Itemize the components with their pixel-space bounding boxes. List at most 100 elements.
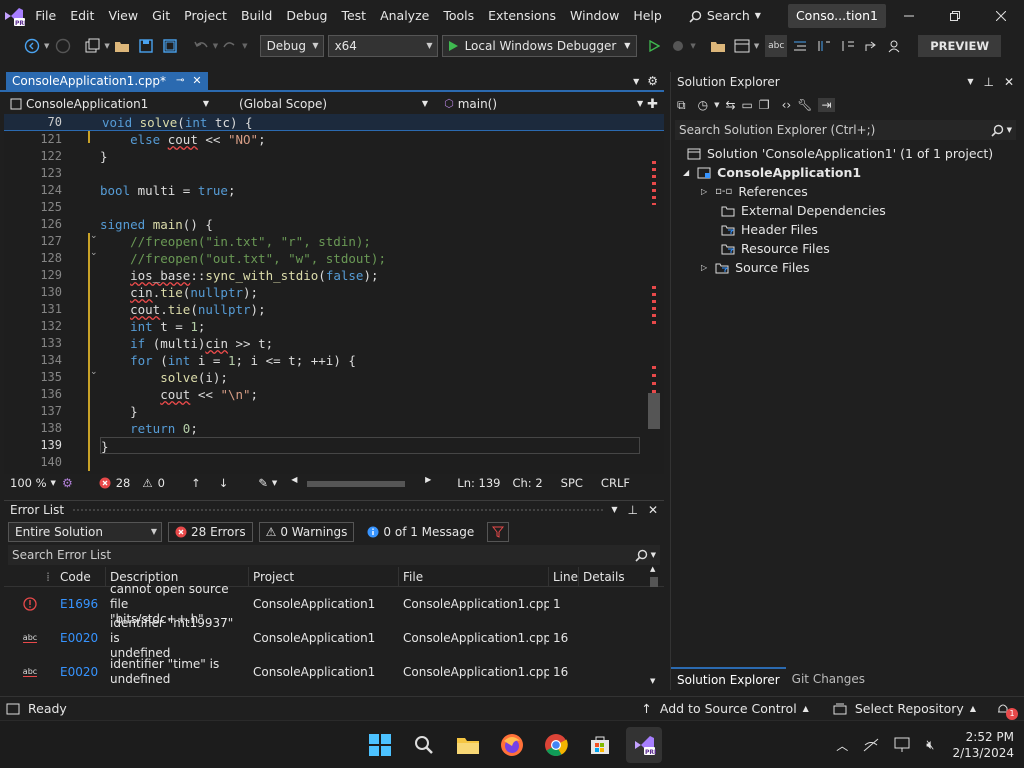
tree-item-references[interactable]: ▷ ▫-▫ References <box>671 182 1020 201</box>
column-header-line[interactable]: Line <box>549 566 579 587</box>
error-code[interactable]: E1696 <box>56 597 106 611</box>
search-button[interactable]: Search ▼ <box>679 0 771 32</box>
start-without-debugging-icon[interactable] <box>643 35 665 57</box>
indent-icon[interactable] <box>789 35 811 57</box>
search-icon[interactable] <box>991 124 1004 137</box>
volume-muted-icon[interactable]: 🔇︎ <box>926 738 934 753</box>
menu-window[interactable]: Window <box>563 0 626 32</box>
error-count[interactable]: 28 <box>93 474 137 492</box>
menu-test[interactable]: Test <box>334 0 373 32</box>
project-scope-select[interactable]: ConsoleApplication1 ▼ <box>4 94 213 114</box>
pin-icon[interactable]: ⊥ <box>983 73 993 91</box>
menu-edit[interactable]: Edit <box>63 0 101 32</box>
undo-icon[interactable] <box>190 35 212 57</box>
file-explorer-icon[interactable] <box>450 727 486 763</box>
tree-item-source-files[interactable]: ▷ Source Files <box>671 258 1020 277</box>
save-all-icon[interactable] <box>159 35 181 57</box>
menu-help[interactable]: Help <box>626 0 669 32</box>
code-view-icon[interactable]: ‹› <box>782 98 792 112</box>
error-code[interactable]: E0020 <box>56 665 106 679</box>
show-all-files-icon[interactable]: ❐ <box>759 98 770 112</box>
table-row[interactable]: abc E0020 identifier "mt19937" is undefin… <box>4 616 664 660</box>
close-button[interactable] <box>978 0 1024 32</box>
restore-button[interactable] <box>932 0 978 32</box>
clock[interactable]: 2:52 PM 2/13/2024 <box>952 729 1014 761</box>
error-code[interactable]: E0020 <box>56 631 106 645</box>
solution-name-badge[interactable]: Conso...tion1 <box>787 4 886 28</box>
sticky-scroll-line[interactable]: 70 void solve(int tc) { <box>4 114 664 131</box>
preview-selected-icon[interactable]: ⇥ <box>818 98 835 112</box>
firefox-icon[interactable] <box>494 727 530 763</box>
menu-file[interactable]: File <box>28 0 63 32</box>
collapse-icon[interactable]: ⌄ <box>90 248 98 258</box>
live-share-icon[interactable] <box>885 35 907 57</box>
whitespace-indicator[interactable]: SPC <box>555 474 589 492</box>
error-list-scrollbar[interactable]: ▲ ▼ <box>648 565 660 685</box>
chrome-icon[interactable] <box>538 727 574 763</box>
collapse-icon[interactable]: ⌄ <box>90 231 98 241</box>
tree-item-external-dependencies[interactable]: External Dependencies <box>671 201 1020 220</box>
pin-icon[interactable]: ⊸ <box>176 72 184 90</box>
arrow-up-icon[interactable]: ↑ <box>191 476 201 490</box>
error-scope-select[interactable]: Entire Solution ▼ <box>8 522 162 542</box>
code-cleanup-icon[interactable]: ✎ <box>258 476 268 490</box>
collapsed-arrow-icon[interactable]: ▷ <box>701 182 707 201</box>
close-icon[interactable]: ✕ <box>1004 73 1014 91</box>
solution-search-box[interactable]: Search Solution Explorer (Ctrl+;) ▼ <box>675 120 1016 140</box>
close-tab-icon[interactable]: ✕ <box>192 72 201 90</box>
split-editor-icon[interactable]: ✚ <box>647 97 658 112</box>
global-scope-select[interactable]: (Global Scope) ▼ <box>233 94 432 114</box>
uncomment-icon[interactable] <box>837 35 859 57</box>
network-off-icon[interactable] <box>862 737 880 753</box>
table-row[interactable]: abc E0020 identifier "time" is undefined … <box>4 655 664 689</box>
hot-reload-icon[interactable] <box>667 35 689 57</box>
notifications-bell-icon[interactable]: 1 <box>996 700 1018 720</box>
column-header-project[interactable]: Project <box>249 566 399 587</box>
properties-wrench-icon[interactable]: 🔧︎ <box>797 98 812 112</box>
tab-dropdown-icon[interactable]: ▼ <box>633 77 639 86</box>
menu-analyze[interactable]: Analyze <box>373 0 436 32</box>
line-ending-indicator[interactable]: CRLF <box>595 474 636 492</box>
chevron-up-icon[interactable]: ︿ <box>836 737 848 754</box>
vertical-scrollbar[interactable] <box>646 131 664 474</box>
errors-filter-button[interactable]: 28 Errors <box>168 522 253 542</box>
menu-view[interactable]: View <box>101 0 145 32</box>
search-icon[interactable] <box>635 549 648 562</box>
redo-icon[interactable] <box>219 35 241 57</box>
start-debugging-button[interactable]: Local Windows Debugger ▼ <box>441 35 638 57</box>
menu-extensions[interactable]: Extensions <box>481 0 563 32</box>
display-icon[interactable] <box>894 737 912 753</box>
menu-build[interactable]: Build <box>234 0 279 32</box>
minimize-button[interactable] <box>886 0 932 32</box>
tab-git-changes[interactable]: Git Changes <box>786 668 871 690</box>
microsoft-store-icon[interactable] <box>582 727 618 763</box>
tree-item-resource-files[interactable]: Resource Files <box>671 239 1020 258</box>
search-icon[interactable] <box>406 727 442 763</box>
folder-view-icon[interactable] <box>707 35 729 57</box>
tree-item-solution[interactable]: Solution 'ConsoleApplication1' (1 of 1 p… <box>671 144 1020 163</box>
select-repository-button[interactable]: Select Repository ▲ <box>833 701 976 716</box>
layout-icon[interactable] <box>731 35 753 57</box>
menu-tools[interactable]: Tools <box>436 0 481 32</box>
code-area[interactable]: else cout << "NO"; } bool multi = true; … <box>100 131 646 471</box>
sync-icon[interactable]: ⧉ <box>677 98 686 113</box>
warnings-filter-button[interactable]: ⚠ 0 Warnings <box>258 522 355 542</box>
add-to-source-control-button[interactable]: ↑ Add to Source Control ▲ <box>641 701 808 716</box>
collapsed-arrow-icon[interactable]: ▷ <box>701 258 707 277</box>
column-header-details[interactable]: Details <box>579 567 631 587</box>
messages-filter-button[interactable]: 0 of 1 Message <box>360 522 481 542</box>
tree-item-header-files[interactable]: Header Files <box>671 220 1020 239</box>
navigate-forward-icon[interactable] <box>52 35 74 57</box>
dropdown-icon[interactable]: ▼ <box>611 501 617 519</box>
tree-item-project[interactable]: ◢ ConsoleApplication1 <box>671 163 1020 182</box>
gear-icon[interactable]: ⚙ <box>647 74 658 88</box>
visual-studio-preview-icon[interactable]: PRE <box>626 727 662 763</box>
tab-solution-explorer[interactable]: Solution Explorer <box>671 667 786 691</box>
warning-count[interactable]: ⚠ 0 <box>136 474 171 492</box>
arrow-down-icon[interactable]: ↓ <box>219 476 229 490</box>
column-header-code[interactable]: Code <box>56 566 106 587</box>
pending-changes-icon[interactable]: ⇆ <box>725 98 735 112</box>
expanded-arrow-icon[interactable]: ◢ <box>683 163 689 182</box>
open-folder-icon[interactable] <box>111 35 133 57</box>
menu-debug[interactable]: Debug <box>279 0 334 32</box>
